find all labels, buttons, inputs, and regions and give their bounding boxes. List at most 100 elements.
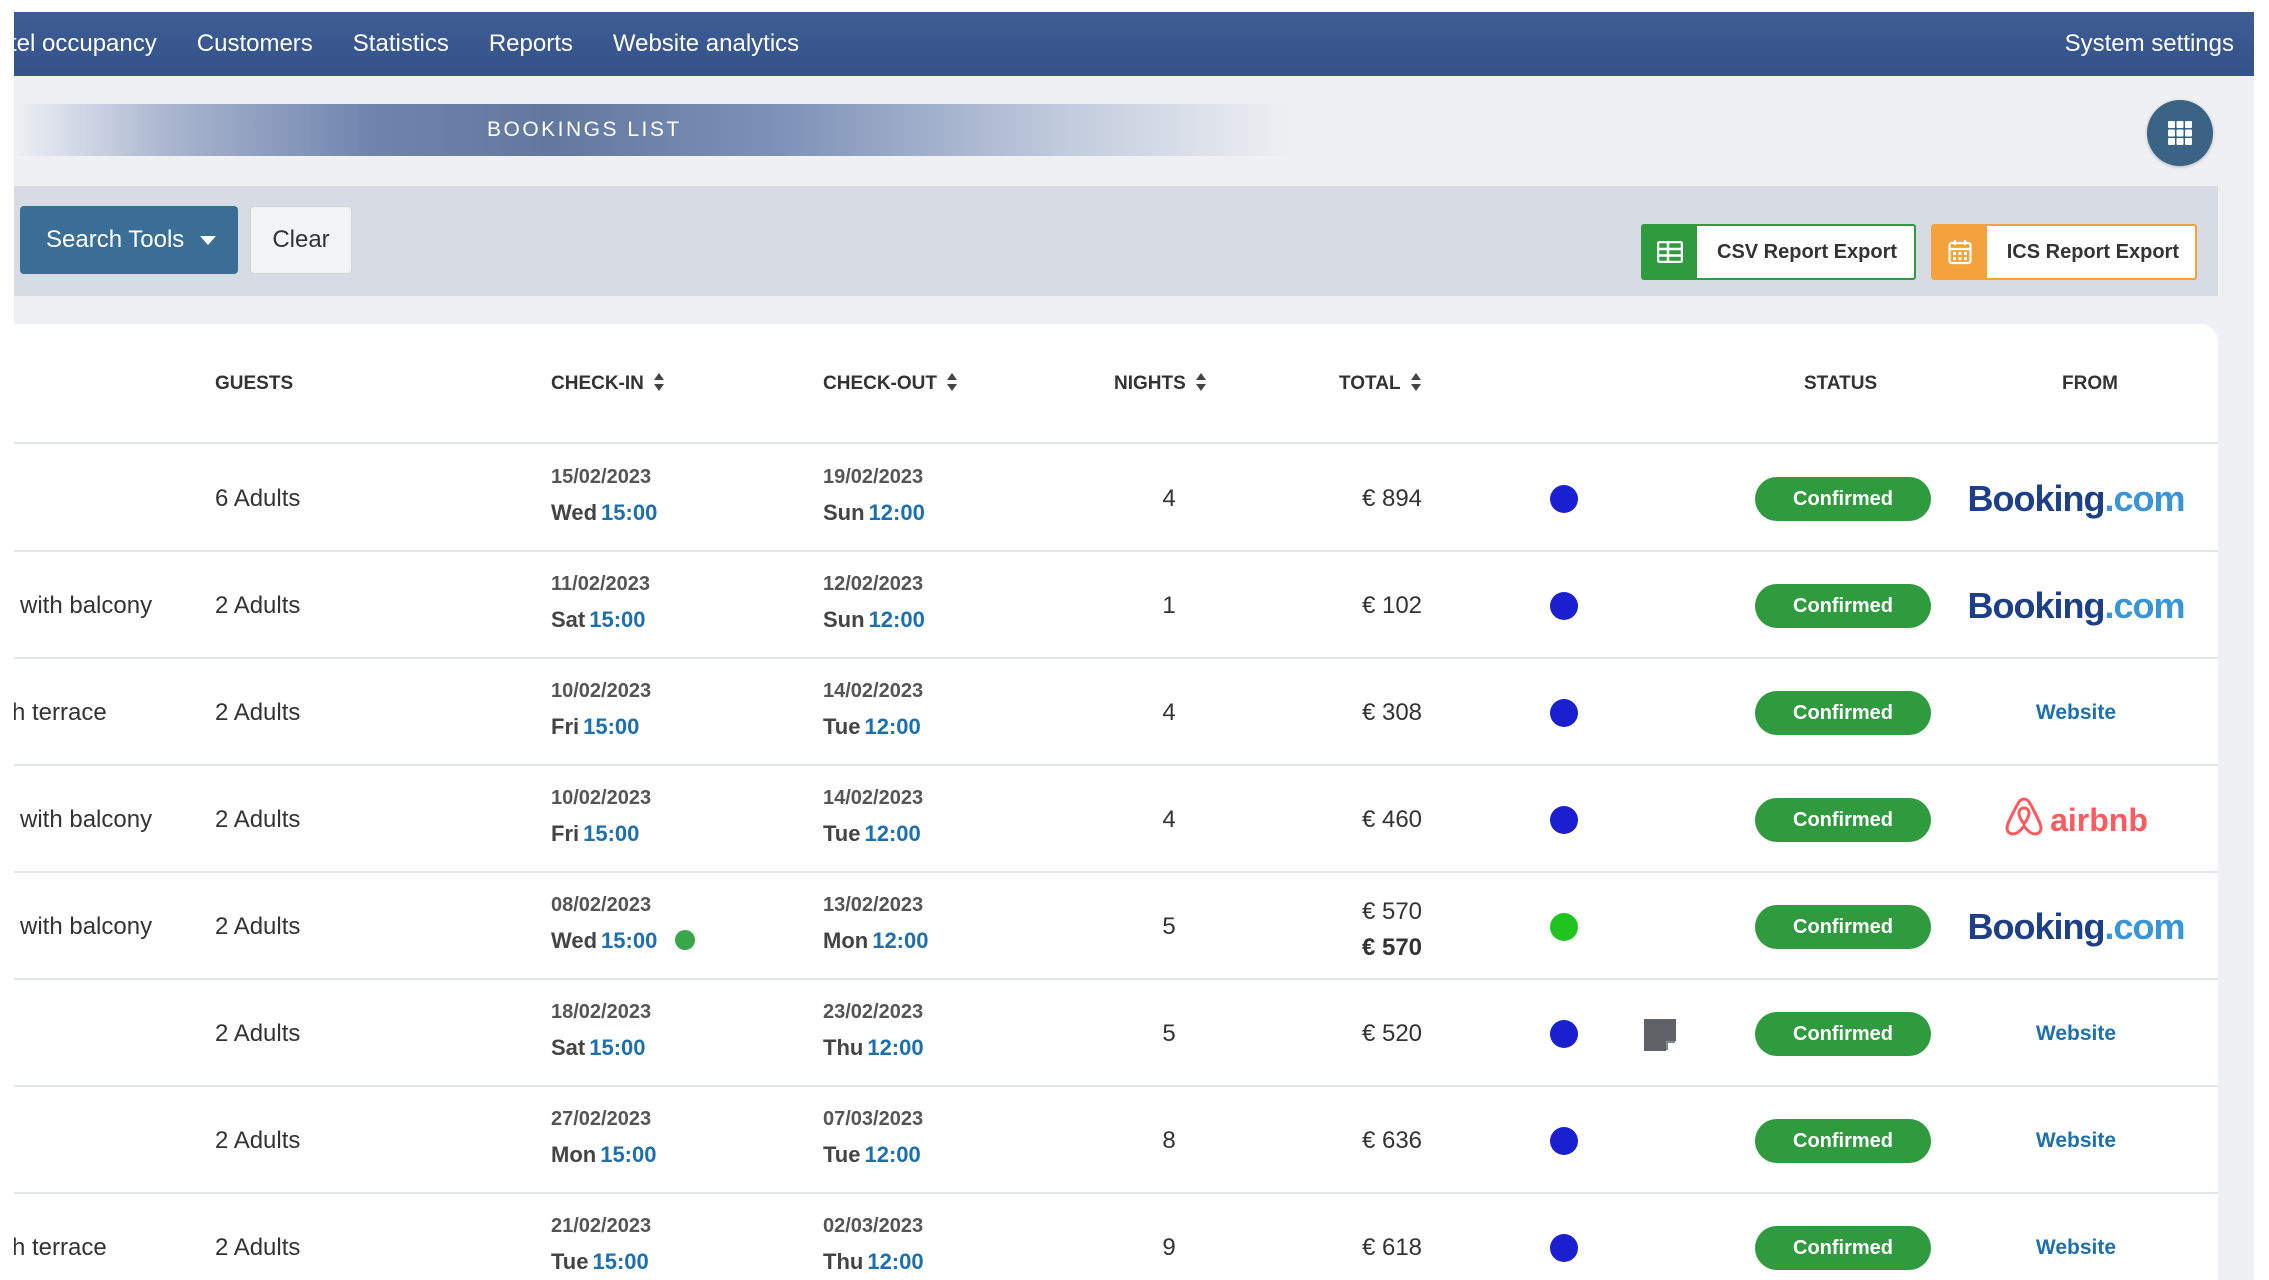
header-total[interactable]: TOTAL (1339, 324, 1421, 444)
website-source-link[interactable]: Website (2036, 1129, 2116, 1153)
table-row[interactable]: 2 Adults 18/02/2023 Sat 15:00 23/02/2023 Thu 1… (14, 981, 2218, 1087)
top-navigation: tel occupancy Customers Statistics Repor… (14, 12, 2254, 76)
table-icon (1643, 226, 1697, 278)
booking-logo-tld: .com (2104, 585, 2185, 626)
checkin-time[interactable]: 15:00 (583, 821, 639, 846)
booking-logo-name: Booking (1967, 585, 2105, 626)
csv-export-button[interactable]: CSV Report Export (1641, 224, 1916, 280)
website-source-link[interactable]: Website (2036, 1022, 2116, 1046)
clear-button[interactable]: Clear (250, 206, 352, 274)
checkout-time[interactable]: 12:00 (869, 500, 925, 525)
status-dot-icon (1550, 592, 1578, 620)
website-source-link[interactable]: Website (2036, 701, 2116, 725)
checkout-time[interactable]: 12:00 (864, 1142, 920, 1167)
nav-items: tel occupancy Customers Statistics Repor… (14, 30, 839, 58)
checkout-time[interactable]: 12:00 (872, 928, 928, 953)
checkin-cell: 15/02/2023 Wed 15:00 (551, 466, 657, 526)
nights-count: 4 (1162, 699, 1176, 726)
table-row[interactable]: with balcony 2 Adults 08/02/2023 Wed 15:00 13… (14, 874, 2218, 980)
booking-source[interactable]: Booking.com (1966, 553, 2186, 659)
booking-source[interactable]: Booking.com (1966, 874, 2186, 980)
total-cell: € 570 € 570 (1332, 894, 1452, 966)
nav-item-website-analytics[interactable]: Website analytics (613, 30, 799, 58)
ics-export-button[interactable]: ICS Report Export (1931, 224, 2197, 280)
booking-source[interactable]: Website (1966, 981, 2186, 1087)
booking-source[interactable]: Website (1966, 1088, 2186, 1194)
sort-icon (947, 372, 957, 391)
nav-item-occupancy[interactable]: tel occupancy (14, 30, 157, 58)
booking-source[interactable]: Booking.com (1966, 446, 2186, 552)
website-source-link[interactable]: Website (2036, 1236, 2116, 1260)
header-guests: GUESTS (215, 373, 294, 394)
checkout-time[interactable]: 12:00 (869, 607, 925, 632)
nights-count: 8 (1162, 1127, 1176, 1154)
status-dot-icon (1550, 699, 1578, 727)
grid-icon (2168, 121, 2192, 145)
header-nights[interactable]: NIGHTS (1114, 324, 1206, 444)
checkout-day: Sun (823, 607, 865, 632)
total-amount: € 102 (1361, 592, 1423, 619)
nav-item-reports[interactable]: Reports (489, 30, 573, 58)
checkin-date: 10/02/2023 (551, 787, 652, 809)
checkin-cell: 11/02/2023 Sat 15:00 (551, 573, 650, 633)
table-row[interactable]: h terrace 2 Adults 21/02/2023 Tue 15:00 02/03… (14, 1195, 2218, 1280)
booking-source[interactable]: airbnb (1966, 767, 2186, 873)
checkin-day: Mon (551, 1142, 597, 1167)
checkout-day: Tue (823, 821, 861, 846)
checkout-date: 13/02/2023 (823, 894, 924, 916)
checkin-time[interactable]: 15:00 (589, 607, 645, 632)
checkout-day-time: Sun 12:00 (823, 500, 925, 526)
table-row[interactable]: 6 Adults 15/02/2023 Wed 15:00 19/02/2023 Sun 1… (14, 446, 2218, 552)
header-checkout[interactable]: CHECK-OUT (823, 324, 957, 444)
status-dot-icon (1550, 806, 1578, 834)
checkin-date: 27/02/2023 (551, 1108, 652, 1130)
table-row[interactable]: h terrace 2 Adults 10/02/2023 Fri 15:00 14/02… (14, 660, 2218, 766)
checkout-cell: 14/02/2023 Tue 12:00 (823, 680, 923, 740)
guests-count: 2 Adults (215, 1234, 301, 1261)
nav-item-system-settings[interactable]: System settings (2065, 30, 2234, 58)
total-amount: € 618 (1361, 1234, 1423, 1261)
calendar-icon (1933, 226, 1987, 278)
checkout-time[interactable]: 12:00 (867, 1249, 923, 1274)
checkin-date: 15/02/2023 (551, 466, 652, 488)
checkin-time[interactable]: 15:00 (583, 714, 639, 739)
booking-logo-tld: .com (2104, 906, 2185, 947)
checkin-day-time: Sat 15:00 (551, 1035, 651, 1061)
sort-icon (1410, 372, 1421, 391)
checkout-time[interactable]: 12:00 (867, 1035, 923, 1060)
checkin-day: Sat (551, 607, 586, 632)
booking-com-logo: Booking.com (1967, 585, 2185, 627)
checkout-day-time: Tue 12:00 (823, 821, 923, 847)
checkout-cell: 14/02/2023 Tue 12:00 (823, 787, 923, 847)
checkin-time[interactable]: 15:00 (592, 1249, 648, 1274)
checkout-day-time: Mon 12:00 (823, 928, 928, 954)
sticky-note-icon[interactable] (1642, 1017, 1678, 1053)
checkin-day-time: Mon 15:00 (551, 1142, 656, 1168)
checkout-time[interactable]: 12:00 (864, 714, 920, 739)
booking-source[interactable]: Website (1966, 1195, 2186, 1280)
total-amount: € 520 (1361, 1020, 1423, 1047)
checkout-day: Mon (823, 928, 869, 953)
guests-count: 2 Adults (215, 592, 301, 619)
apps-grid-button[interactable] (2147, 100, 2213, 166)
nav-item-statistics[interactable]: Statistics (353, 30, 449, 58)
checkin-time[interactable]: 15:00 (589, 1035, 645, 1060)
nights-count: 9 (1162, 1234, 1176, 1261)
checkout-cell: 02/03/2023 Thu 12:00 (823, 1215, 924, 1275)
checkin-time[interactable]: 15:00 (601, 928, 657, 953)
header-status: STATUS (1804, 373, 1878, 394)
booking-source[interactable]: Website (1966, 660, 2186, 766)
checkin-time[interactable]: 15:00 (601, 500, 657, 525)
header-checkin[interactable]: CHECK-IN (551, 324, 664, 444)
table-row[interactable]: 2 Adults 27/02/2023 Mon 15:00 07/03/2023 Tue 1… (14, 1088, 2218, 1194)
table-row[interactable]: with balcony 2 Adults 11/02/2023 Sat 15:00 12… (14, 553, 2218, 659)
header-from: FROM (2062, 373, 2118, 394)
nav-item-customers[interactable]: Customers (197, 30, 313, 58)
search-tools-button[interactable]: Search Tools (20, 206, 238, 274)
checkin-time[interactable]: 15:00 (600, 1142, 656, 1167)
table-row[interactable]: with balcony 2 Adults 10/02/2023 Fri 15:00 14… (14, 767, 2218, 873)
checkout-time[interactable]: 12:00 (864, 821, 920, 846)
sort-icon (653, 372, 664, 391)
status-badge: Confirmed (1755, 1226, 1931, 1270)
checkout-cell: 12/02/2023 Sun 12:00 (823, 573, 925, 633)
